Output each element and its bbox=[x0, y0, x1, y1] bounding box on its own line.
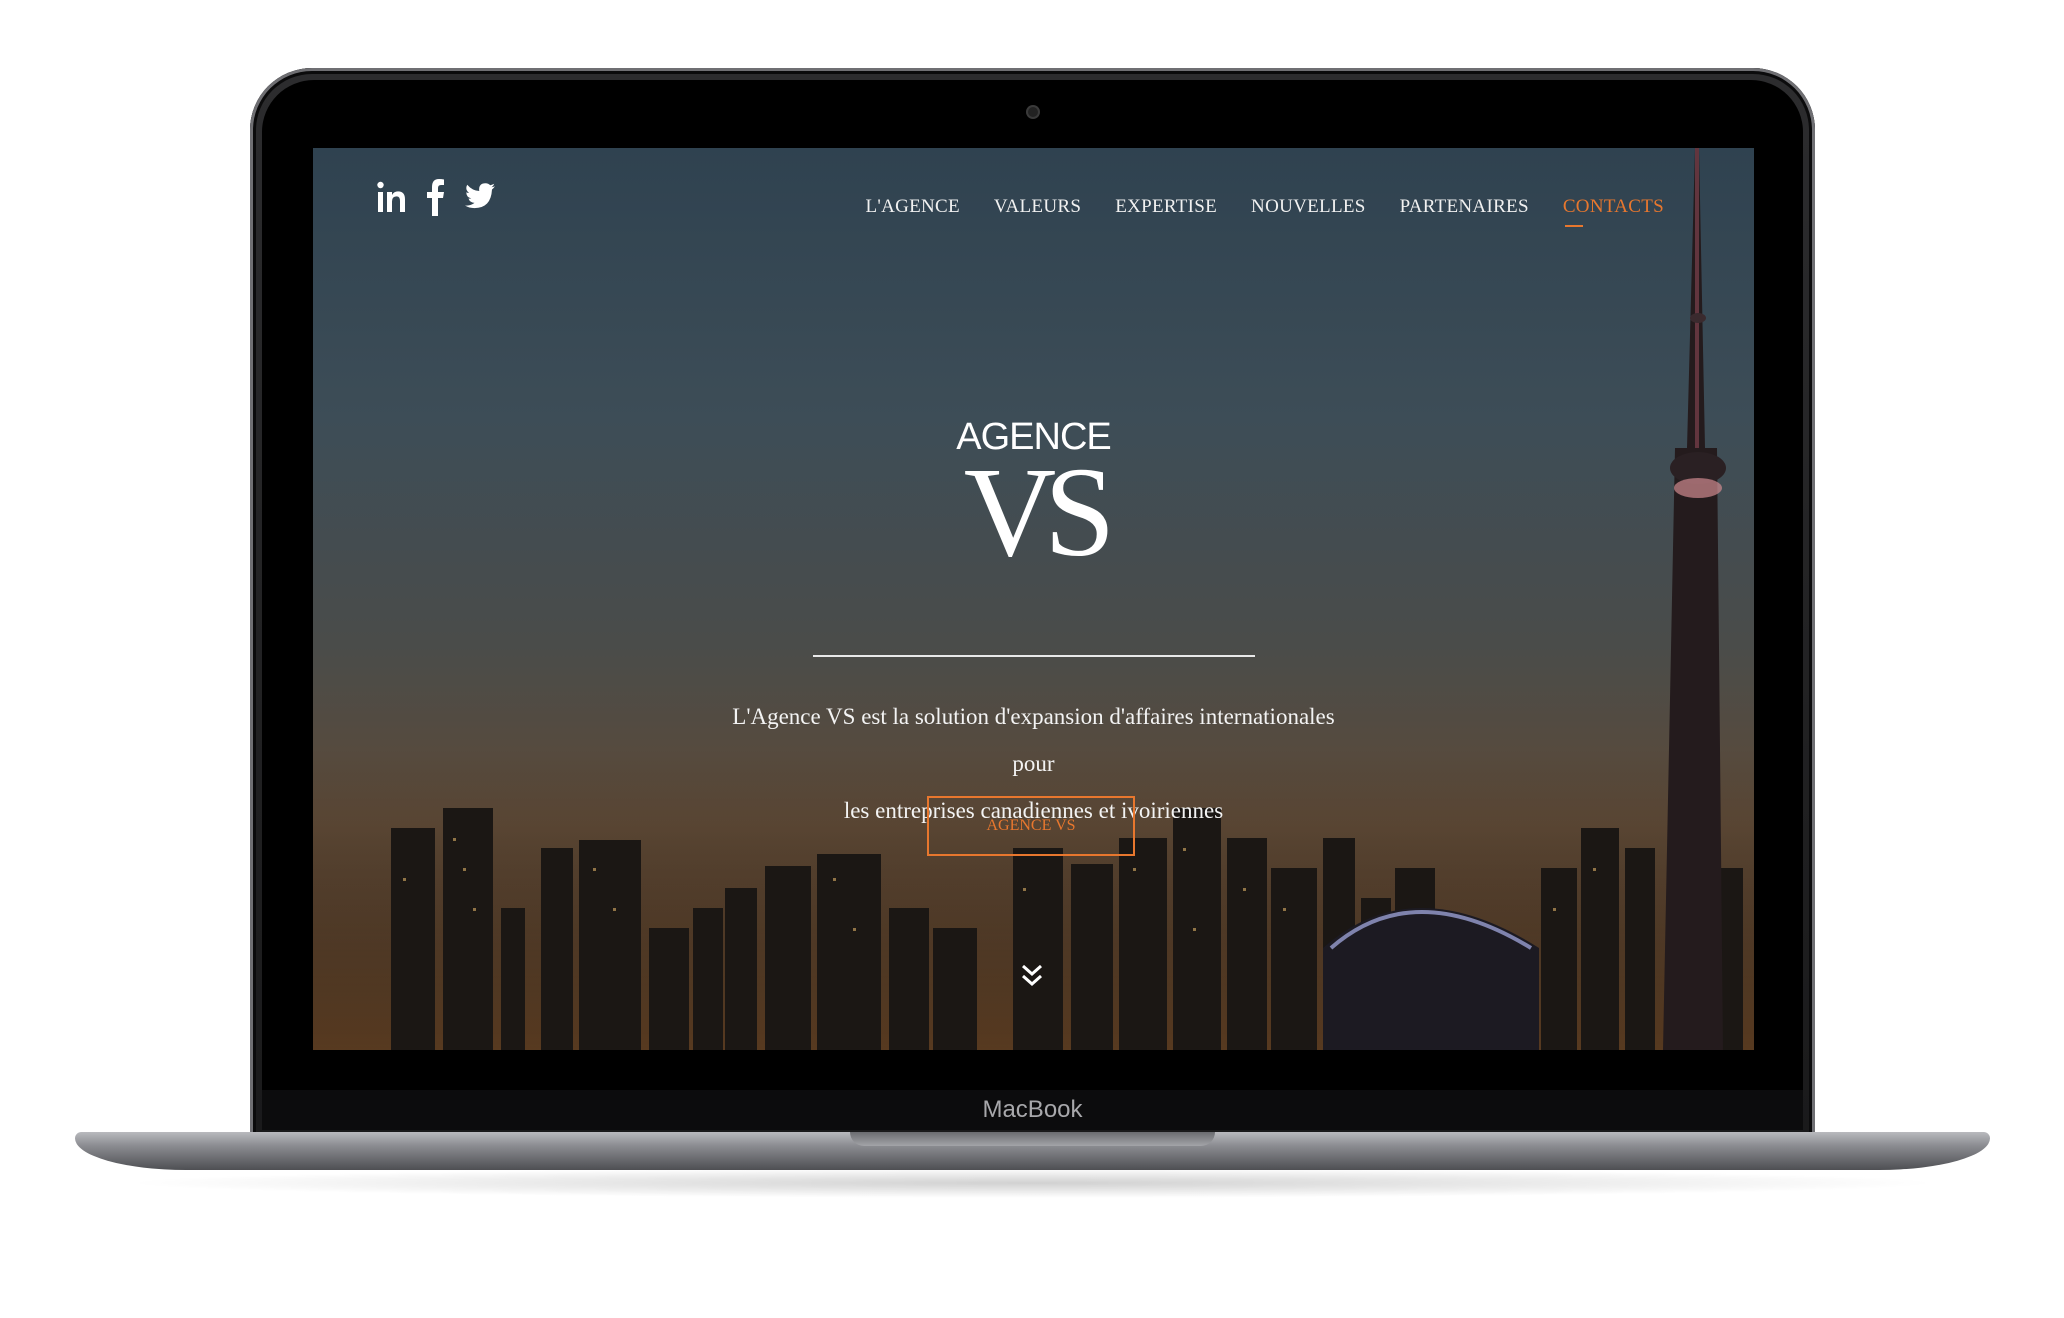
facebook-icon[interactable] bbox=[427, 178, 445, 221]
linkedin-icon[interactable] bbox=[377, 180, 407, 219]
logo-vs-text: VS bbox=[963, 441, 1116, 583]
nav-item-valeurs[interactable]: VALEURS bbox=[994, 196, 1081, 218]
tagline-line-1: L'Agence VS est la solution d'expansion … bbox=[732, 704, 1335, 776]
hero-divider bbox=[813, 655, 1255, 657]
social-links bbox=[377, 178, 495, 221]
main-nav: L'AGENCE VALEURS EXPERTISE NOUVELLES PAR… bbox=[865, 196, 1664, 227]
city-skyline-image bbox=[313, 148, 1754, 1050]
agence-vs-button[interactable]: AGENCE VS bbox=[927, 796, 1135, 856]
nav-item-nouvelles[interactable]: NOUVELLES bbox=[1251, 196, 1366, 218]
camera-icon bbox=[1028, 107, 1038, 117]
laptop-notch bbox=[850, 1132, 1215, 1146]
double-chevron-down-icon[interactable] bbox=[1020, 963, 1044, 994]
device-brand-label: MacBook bbox=[982, 1096, 1083, 1123]
website-screen: L'AGENCE VALEURS EXPERTISE NOUVELLES PAR… bbox=[313, 148, 1754, 1050]
nav-item-contacts[interactable]: CONTACTS bbox=[1563, 196, 1664, 227]
nav-item-partenaires[interactable]: PARTENAIRES bbox=[1400, 196, 1529, 218]
laptop-shadow bbox=[120, 1168, 1945, 1198]
nav-item-agence[interactable]: L'AGENCE bbox=[865, 196, 959, 218]
nav-item-expertise[interactable]: EXPERTISE bbox=[1115, 196, 1217, 218]
twitter-icon[interactable] bbox=[465, 183, 495, 216]
